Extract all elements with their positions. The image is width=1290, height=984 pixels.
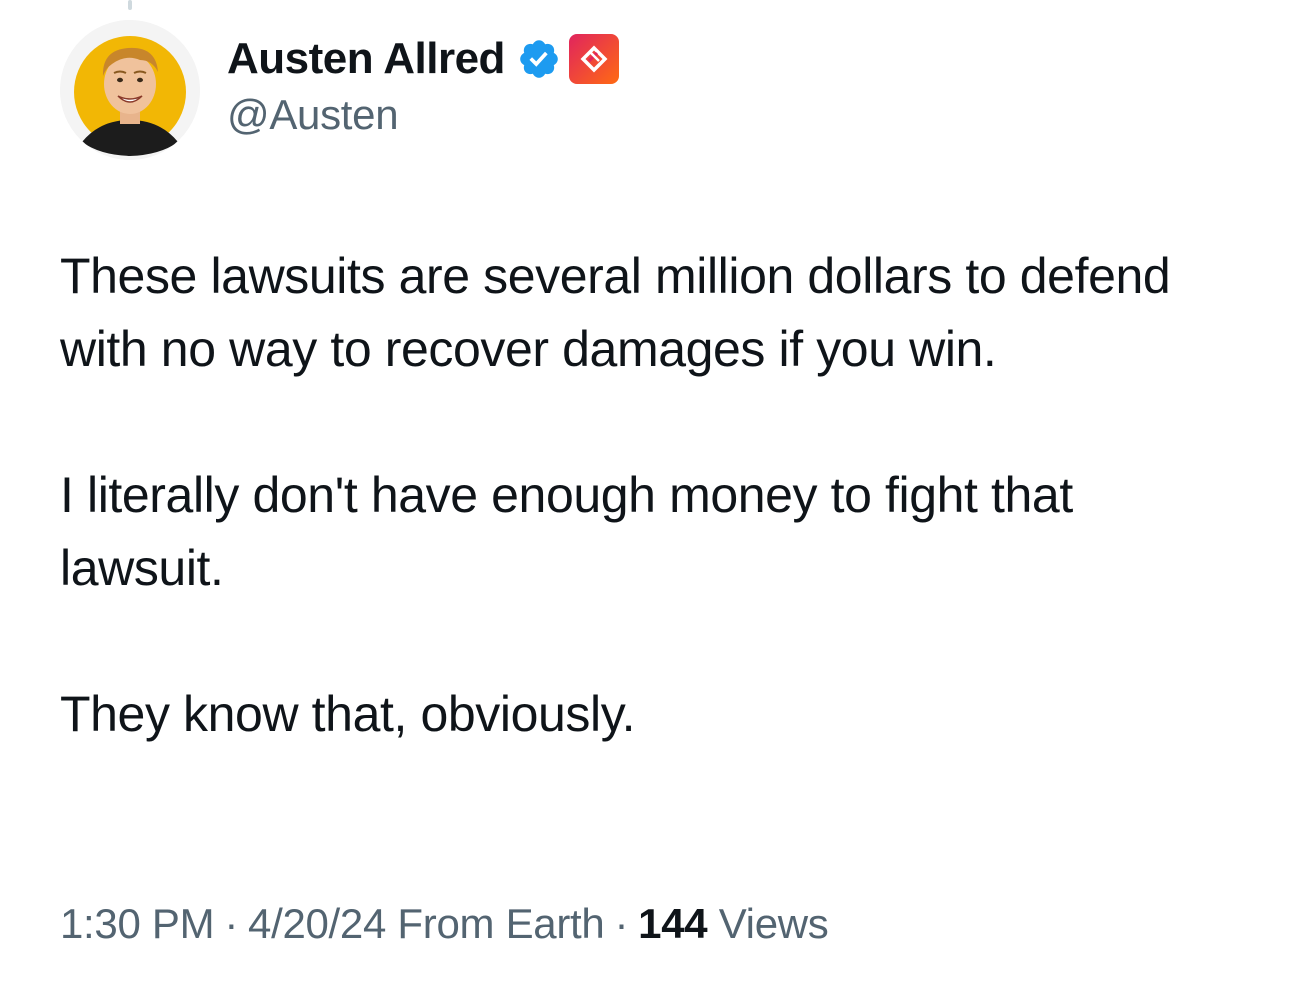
meta-separator: · <box>614 900 629 947</box>
author-display-name[interactable]: Austen Allred <box>227 34 505 84</box>
thread-connector-line <box>128 0 132 10</box>
affiliate-badge-icon[interactable] <box>568 34 619 84</box>
tweet-body: These lawsuits are several million dolla… <box>60 240 1240 751</box>
tweet-paragraph: I literally don't have enough money to f… <box>60 467 1073 596</box>
views-label[interactable]: Views <box>719 900 829 947</box>
tweet-date[interactable]: 4/20/24 <box>248 900 386 947</box>
avatar-portrait-icon <box>60 20 200 160</box>
name-row: Austen Allred <box>227 29 619 89</box>
tweet-time[interactable]: 1:30 PM <box>60 900 215 947</box>
tweet-location: From Earth <box>397 900 605 947</box>
tweet-metadata: 1:30 PM · 4/20/24 From Earth · 144 Views <box>60 900 829 948</box>
author-handle[interactable]: @Austen <box>227 91 619 139</box>
views-count[interactable]: 144 <box>638 900 707 947</box>
diamond-logo-icon <box>580 45 608 73</box>
meta-separator: · <box>224 900 239 947</box>
avatar[interactable] <box>60 20 200 160</box>
verified-check-icon[interactable] <box>517 37 561 81</box>
tweet-header: Austen Allred @Austen <box>60 20 619 160</box>
tweet-paragraph: They know that, obviously. <box>60 686 636 742</box>
author-block: Austen Allred @Austen <box>227 29 619 139</box>
tweet-paragraph: These lawsuits are several million dolla… <box>60 248 1171 377</box>
